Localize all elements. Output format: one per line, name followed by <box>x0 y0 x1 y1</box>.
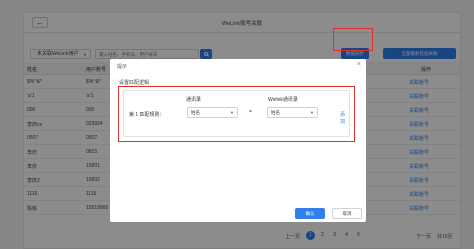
confirm-button[interactable]: 确认 <box>295 208 325 219</box>
sync-button-highlight <box>333 28 373 51</box>
close-icon[interactable]: × <box>357 61 361 68</box>
rule-panel: 通讯录 Welink通讯录 第 1 匹配规则： 姓名 ▼ = 姓名 ▼ 添加 <box>123 90 350 137</box>
chevron-down-icon: ▼ <box>230 110 234 115</box>
match-rule-dialog: 提示 × 设置匹配逻辑 通讯录 Welink通讯录 第 1 匹配规则： 姓名 ▼… <box>110 59 366 222</box>
dialog-title: 提示 <box>117 64 128 70</box>
welink-field-value: 姓名 <box>271 110 280 115</box>
welink-field-select[interactable]: 姓名 ▼ <box>267 107 318 118</box>
cancel-button[interactable]: 取消 <box>332 208 362 219</box>
contacts-column-header: 通讯录 <box>186 97 202 103</box>
contacts-field-value: 姓名 <box>191 110 200 115</box>
contacts-field-select[interactable]: 姓名 ▼ <box>187 107 238 118</box>
welink-column-header: Welink通讯录 <box>268 97 298 103</box>
rule-highlight: 通讯录 Welink通讯录 第 1 匹配规则： 姓名 ▼ = 姓名 ▼ 添加 <box>118 86 355 142</box>
section-label: 设置匹配逻辑 <box>119 80 150 86</box>
rule-label: 第 1 匹配规则： <box>129 112 165 118</box>
chevron-down-icon: ▼ <box>310 110 314 115</box>
equals-sign: = <box>249 109 252 115</box>
add-rule-link[interactable]: 添加 <box>340 111 349 125</box>
